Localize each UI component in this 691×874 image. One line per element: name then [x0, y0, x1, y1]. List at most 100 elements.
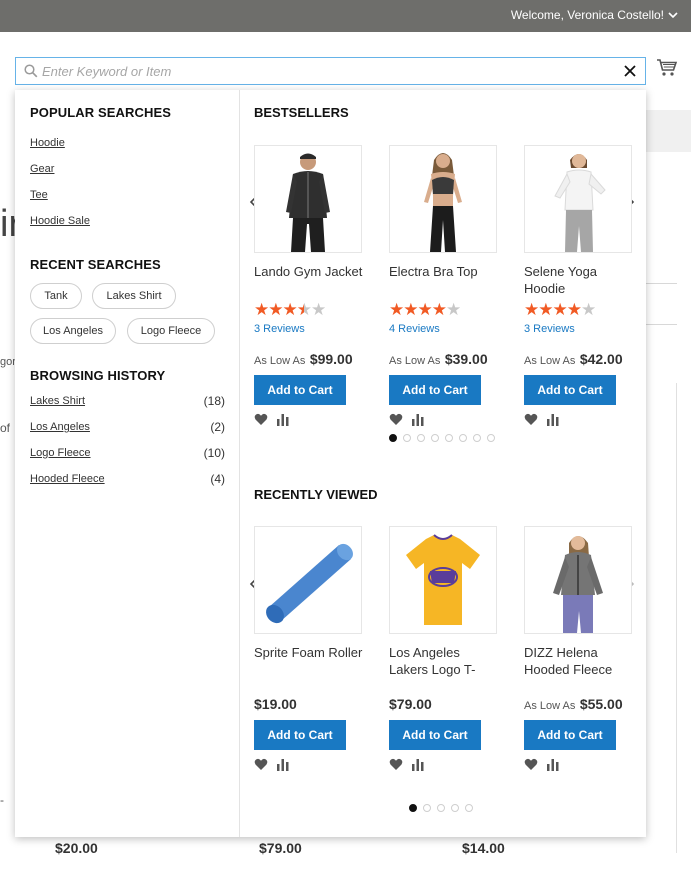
- history-count: (4): [210, 472, 225, 486]
- product-image[interactable]: [524, 145, 632, 253]
- foam-roller-image: [266, 543, 353, 624]
- popular-search-link[interactable]: Tee: [30, 189, 48, 201]
- recent-search-pill[interactable]: Lakes Shirt: [92, 283, 176, 309]
- history-count: (18): [203, 394, 225, 408]
- recent-search-pill[interactable]: Tank: [30, 283, 82, 309]
- pagination-dot[interactable]: [431, 434, 439, 442]
- reviews-link[interactable]: 3 Reviews: [254, 323, 364, 337]
- popular-search-link[interactable]: Gear: [30, 163, 54, 175]
- product-actions: [524, 756, 634, 772]
- recent-search-pill[interactable]: Los Angeles: [30, 318, 116, 344]
- product-name[interactable]: Los Angeles Lakers Logo T-: [389, 644, 499, 678]
- star-icon: ★: [389, 300, 404, 319]
- product-name[interactable]: Selene Yoga Hoodie: [524, 263, 634, 297]
- heart-icon[interactable]: [524, 413, 538, 426]
- product-actions: [389, 411, 499, 427]
- top-bar: Welcome, Veronica Costello!: [0, 0, 691, 32]
- heart-icon[interactable]: [254, 758, 268, 771]
- star-icon: ★: [446, 300, 461, 319]
- add-to-cart-button[interactable]: Add to Cart: [389, 375, 481, 405]
- woman-fleece-image: [553, 536, 603, 633]
- add-to-cart-button[interactable]: Add to Cart: [254, 720, 346, 750]
- star-icon: ★: [296, 300, 312, 319]
- pagination-dot[interactable]: [417, 434, 425, 442]
- pagination-dot[interactable]: [465, 804, 473, 812]
- pagination-dot[interactable]: [423, 804, 431, 812]
- compare-icon[interactable]: [411, 758, 425, 771]
- popular-search-link[interactable]: Hoodie Sale: [30, 215, 90, 227]
- product-price: $19.00: [254, 696, 297, 712]
- product-image[interactable]: [254, 526, 362, 634]
- as-low-as-label: As Low As: [389, 355, 441, 367]
- price-row: $19.00: [254, 696, 364, 716]
- as-low-as-label: As Low As: [524, 700, 576, 712]
- history-link[interactable]: Logo Fleece: [30, 447, 91, 459]
- welcome-text: Welcome, Veronica Costello!: [510, 8, 664, 22]
- product-name[interactable]: Sprite Foam Roller: [254, 644, 364, 678]
- heart-icon[interactable]: [389, 413, 403, 426]
- background-text-fragment: gor: [0, 356, 16, 368]
- add-to-cart-button[interactable]: Add to Cart: [254, 375, 346, 405]
- close-icon[interactable]: [622, 63, 638, 79]
- product-card: DIZZ Helena Hooded Fleece As Low As $55.…: [524, 526, 634, 772]
- star-icon: ★: [524, 300, 539, 319]
- rating-stars: ★★★★★: [389, 301, 499, 321]
- pagination-dot[interactable]: [409, 804, 417, 812]
- product-image[interactable]: [389, 526, 497, 634]
- history-link[interactable]: Lakes Shirt: [30, 395, 85, 407]
- add-to-cart-button[interactable]: Add to Cart: [524, 720, 616, 750]
- bestsellers-pagination: [389, 434, 495, 442]
- pagination-dot[interactable]: [473, 434, 481, 442]
- star-icon: ★: [566, 300, 582, 319]
- man-jacket-image: [286, 153, 330, 252]
- cart-icon[interactable]: [656, 58, 678, 78]
- pagination-dot[interactable]: [451, 804, 459, 812]
- history-link[interactable]: Hooded Fleece: [30, 473, 105, 485]
- product-image[interactable]: [254, 145, 362, 253]
- product-name[interactable]: DIZZ Helena Hooded Fleece: [524, 644, 634, 678]
- lakers-tshirt-image: [406, 534, 480, 625]
- chevron-down-icon: [668, 11, 678, 18]
- reviews-link[interactable]: 3 Reviews: [524, 323, 634, 337]
- search-input[interactable]: [42, 61, 612, 81]
- pagination-dot[interactable]: [459, 434, 467, 442]
- star-icon: ★: [268, 300, 283, 319]
- product-name[interactable]: Lando Gym Jacket: [254, 263, 364, 297]
- product-image[interactable]: [389, 145, 497, 253]
- pagination-dot[interactable]: [403, 434, 411, 442]
- reviews-link[interactable]: 4 Reviews: [389, 323, 499, 337]
- recently-viewed-title: RECENTLY VIEWED: [254, 487, 378, 502]
- background-divider: [676, 383, 677, 853]
- heart-icon[interactable]: [389, 758, 403, 771]
- add-to-cart-button[interactable]: Add to Cart: [524, 375, 616, 405]
- compare-icon[interactable]: [276, 413, 290, 426]
- pagination-dot[interactable]: [437, 804, 445, 812]
- compare-icon[interactable]: [546, 413, 560, 426]
- woman-hoodie-image: [554, 154, 606, 252]
- product-actions: [389, 756, 499, 772]
- heart-icon[interactable]: [524, 758, 538, 771]
- background-text-fragment: of: [0, 421, 11, 435]
- product-image[interactable]: [524, 526, 632, 634]
- popular-search-link[interactable]: Hoodie: [30, 137, 65, 149]
- heart-icon[interactable]: [254, 413, 268, 426]
- compare-icon[interactable]: [411, 413, 425, 426]
- pagination-dot[interactable]: [389, 434, 397, 442]
- compare-icon[interactable]: [276, 758, 290, 771]
- recently-viewed-pagination: [409, 804, 473, 812]
- history-link[interactable]: Los Angeles: [30, 421, 90, 433]
- recent-searches-title: RECENT SEARCHES: [30, 257, 161, 272]
- recent-search-pill[interactable]: Logo Fleece: [127, 318, 215, 344]
- product-name[interactable]: Electra Bra Top: [389, 263, 499, 297]
- star-icon: ★: [431, 300, 447, 319]
- price-row: As Low As $99.00: [254, 351, 364, 371]
- account-menu[interactable]: Welcome, Veronica Costello!: [511, 8, 678, 22]
- pagination-dot[interactable]: [487, 434, 495, 442]
- search-box: [15, 57, 646, 85]
- pagination-dot[interactable]: [445, 434, 453, 442]
- history-count: (10): [203, 446, 225, 460]
- price-row: As Low As $39.00: [389, 351, 499, 371]
- add-to-cart-button[interactable]: Add to Cart: [389, 720, 481, 750]
- compare-icon[interactable]: [546, 758, 560, 771]
- star-icon: ★: [403, 300, 418, 319]
